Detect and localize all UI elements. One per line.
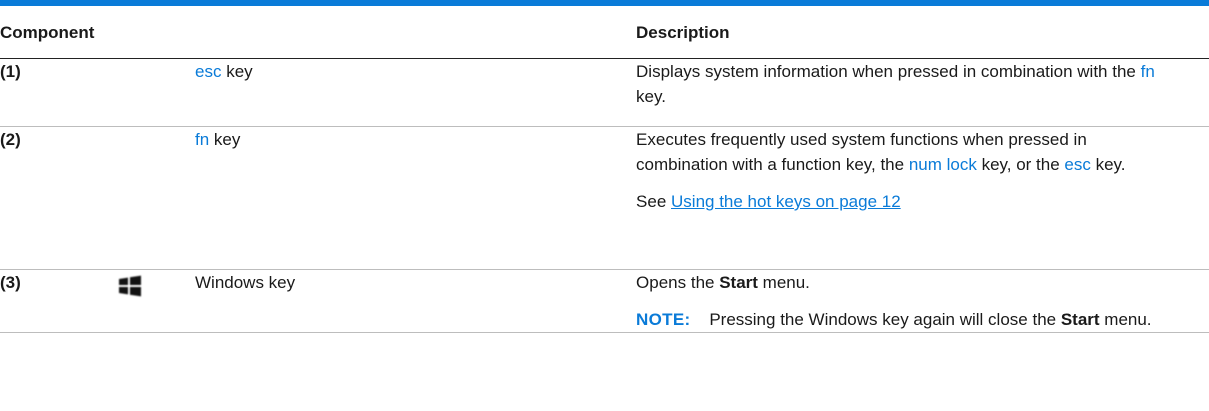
description-text: Opens the Start menu.: [636, 273, 810, 292]
component-name: esc key: [195, 58, 637, 127]
key-suffix: key: [221, 62, 253, 81]
table-header-row: Component Description: [0, 6, 1209, 59]
row-icon-cell: [119, 269, 195, 333]
component-description: Executes frequently used system function…: [636, 126, 1209, 270]
key-suffix: key: [209, 130, 241, 149]
row-number: (1): [0, 58, 119, 127]
component-table: Component Description (1) esc key Displa…: [0, 6, 1209, 333]
key-term: num lock: [908, 155, 977, 174]
see-reference: See Using the hot keys on page 12: [636, 192, 901, 211]
row-number: (3): [0, 269, 119, 333]
key-term: esc: [195, 62, 222, 81]
row-icon-cell: [119, 126, 195, 270]
key-term: fn: [1140, 62, 1155, 81]
note: NOTE: Pressing the Windows key again wil…: [636, 310, 1152, 329]
key-term: esc: [1064, 155, 1091, 174]
component-header: Component: [0, 6, 637, 59]
component-description: Displays system information when pressed…: [636, 58, 1209, 127]
table-row: (2) fn key Executes frequently used syst…: [0, 126, 1209, 270]
row-number: (2): [0, 126, 119, 270]
hot-keys-link[interactable]: Using the hot keys on page 12: [671, 192, 901, 211]
component-name: Windows key: [195, 269, 637, 333]
component-description: Opens the Start menu. NOTE: Pressing the…: [636, 269, 1209, 333]
key-term: fn: [195, 130, 210, 149]
table-row: (3) Windows key Opens the Start menu. NO…: [0, 269, 1209, 333]
table-row: (1) esc key Displays system information …: [0, 58, 1209, 127]
windows-logo-icon: [119, 275, 141, 297]
note-label: NOTE:: [636, 310, 691, 329]
component-name: fn key: [195, 126, 637, 270]
description-text: Displays system information when pressed…: [636, 62, 1155, 106]
description-text: Executes frequently used system function…: [636, 130, 1126, 174]
start-term: Start: [1060, 310, 1100, 329]
document-page: Component Description (1) esc key Displa…: [0, 0, 1209, 411]
description-header: Description: [636, 6, 1209, 59]
start-term: Start: [719, 273, 758, 292]
row-icon-cell: [119, 58, 195, 127]
